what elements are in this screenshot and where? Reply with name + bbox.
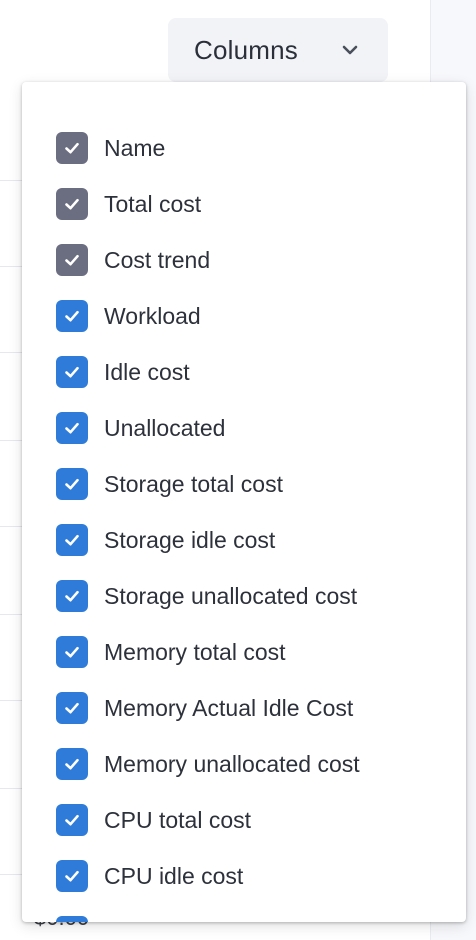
locked-checkbox	[56, 132, 88, 164]
column-option-label: Storage total cost	[104, 470, 283, 497]
locked-checkbox	[56, 244, 88, 276]
checkmark-icon	[65, 422, 79, 434]
checkmark-icon	[65, 702, 79, 714]
column-option[interactable]: Idle cost	[22, 344, 466, 400]
column-option[interactable]: Memory Actual Idle Cost	[22, 680, 466, 736]
checkbox[interactable]	[56, 412, 88, 444]
checkmark-icon	[65, 366, 79, 378]
column-option[interactable]: Storage total cost	[22, 456, 466, 512]
checkbox[interactable]	[56, 524, 88, 556]
column-option[interactable]: Unallocated	[22, 400, 466, 456]
checkbox[interactable]	[56, 692, 88, 724]
checkmark-icon	[65, 254, 79, 266]
checkbox[interactable]	[56, 468, 88, 500]
column-option[interactable]: Name	[22, 120, 466, 176]
checkbox[interactable]	[56, 860, 88, 892]
columns-button[interactable]: Columns	[168, 18, 388, 82]
column-option-label: Total cost	[104, 190, 202, 217]
checkmark-icon	[65, 646, 79, 658]
checkmark-icon	[65, 478, 79, 490]
checkmark-icon	[65, 310, 79, 322]
columns-dropdown-menu: Name Total cost Cost trend Workload Idle cos…	[22, 82, 466, 922]
column-option[interactable]: Storage unallocated cost	[22, 568, 466, 624]
checkmark-icon	[65, 198, 79, 210]
checkbox[interactable]	[56, 580, 88, 612]
column-option[interactable]: Storage idle cost	[22, 512, 466, 568]
checkbox[interactable]	[56, 748, 88, 780]
page: $0.00 Columns NameTotal costCost trendWo…	[0, 0, 476, 940]
column-option-label: CPU total cost	[104, 806, 251, 833]
checkmark-icon	[65, 142, 79, 154]
column-option-label: Memory Actual Idle Cost	[104, 694, 354, 721]
checkmark-icon	[65, 534, 79, 546]
column-option[interactable]: CPU total cost	[22, 792, 466, 848]
column-option[interactable]: Total cost	[22, 176, 466, 232]
checkmark-icon	[65, 870, 79, 882]
column-option-label: Unallocated	[104, 414, 226, 441]
checkbox[interactable]	[56, 300, 88, 332]
column-option[interactable]: Cost trend	[22, 232, 466, 288]
checkbox[interactable]	[56, 916, 88, 922]
column-option[interactable]: CPU idle cost	[22, 848, 466, 904]
column-option-label: Memory unallocated cost	[104, 750, 360, 777]
column-option-label: Idle cost	[104, 358, 190, 385]
column-option[interactable]: Memory total cost	[22, 624, 466, 680]
checkbox[interactable]	[56, 356, 88, 388]
column-option-label: Name	[104, 134, 166, 161]
column-option-label: Memory total cost	[104, 638, 286, 665]
checkbox[interactable]	[56, 804, 88, 836]
columns-button-label: Columns	[194, 34, 298, 65]
checkmark-icon	[65, 814, 79, 826]
checkmark-icon	[65, 758, 79, 770]
column-option-label: CPU idle cost	[104, 862, 244, 889]
column-option-label: Cost trend	[104, 246, 211, 273]
column-option[interactable]: Workload	[22, 288, 466, 344]
column-option-label: Storage unallocated cost	[104, 582, 358, 609]
column-option-label: Storage idle cost	[104, 526, 276, 553]
locked-checkbox	[56, 188, 88, 220]
checkmark-icon	[65, 590, 79, 602]
checkbox[interactable]	[56, 636, 88, 668]
chevron-down-icon	[342, 45, 358, 55]
column-option-label: Workload	[104, 302, 201, 329]
column-option[interactable]: Memory unallocated cost	[22, 736, 466, 792]
